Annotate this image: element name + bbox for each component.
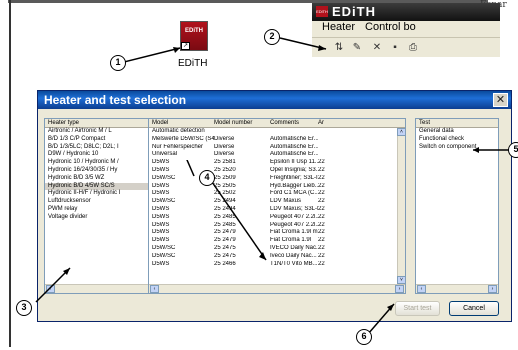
callout-4-arrows bbox=[186, 160, 267, 261]
model-cell: Automatische Er... bbox=[270, 135, 318, 142]
edith-logo-icon: EDiTH bbox=[316, 6, 328, 17]
model-cell: Universal bbox=[152, 151, 178, 158]
model-cell bbox=[270, 128, 318, 136]
dialog-title: Heater and test selection bbox=[38, 91, 511, 109]
save-icon[interactable]: ▪ bbox=[388, 41, 402, 55]
scroll-left-icon[interactable]: ‹ bbox=[150, 285, 159, 293]
cancel-button[interactable]: Cancel bbox=[449, 301, 499, 316]
model-cell: Automatische Er... bbox=[270, 143, 318, 150]
model-cell: Automatische Er... bbox=[270, 151, 318, 158]
adjust-icon[interactable]: ⇅ bbox=[332, 41, 346, 55]
print-icon[interactable]: ⎙ bbox=[406, 41, 420, 55]
test-hscroll[interactable]: ‹ › bbox=[416, 284, 498, 293]
col-ar[interactable]: Ar bbox=[318, 119, 330, 127]
model-cell: Diverse bbox=[214, 135, 235, 142]
model-cell: Automatic detection bbox=[152, 128, 205, 134]
callout-2: 2 bbox=[264, 29, 280, 45]
model-row[interactable]: Universal Diverse Automatische Er... bbox=[149, 151, 405, 159]
tool-icon[interactable]: ✕ bbox=[370, 41, 384, 55]
app-title: EDiTH bbox=[332, 4, 376, 19]
scroll-left-icon[interactable]: ‹ bbox=[417, 285, 426, 293]
callout-3: 3 bbox=[16, 300, 32, 316]
callout-4: 4 bbox=[199, 170, 215, 186]
model-cell: Nur Fehlerspeicher bbox=[152, 143, 204, 150]
app-toolbar: ⇅ ✎ ✕ ▪ ⎙ bbox=[312, 37, 500, 57]
edith-icon-badge: EDiTH bbox=[185, 28, 203, 34]
scroll-right-icon[interactable]: › bbox=[488, 285, 497, 293]
col-model-number[interactable]: Model number bbox=[214, 119, 270, 127]
model-row[interactable]: Nur Fehlerspeicher Diverse Automatische Er… bbox=[149, 144, 405, 152]
model-header: Model Model number Comments Ar bbox=[149, 119, 405, 128]
app-titlebar: EDiTH EDiTH bbox=[312, 3, 500, 21]
model-cell bbox=[318, 144, 330, 152]
col-model[interactable]: Model bbox=[152, 119, 214, 127]
test-item[interactable]: General data bbox=[416, 128, 498, 136]
close-icon[interactable]: ✕ bbox=[493, 93, 508, 107]
model-vscroll[interactable]: ˄ ˅ bbox=[397, 128, 405, 284]
model-cell bbox=[318, 128, 330, 136]
model-cell bbox=[318, 151, 330, 159]
test-header: Test bbox=[416, 119, 498, 128]
menu-control-box[interactable]: Control bo bbox=[365, 21, 416, 33]
edith-app-window: EDiTH EDiTH Heater Control bo ⇅ ✎ ✕ ▪ ⎙ bbox=[312, 3, 500, 67]
scroll-right-icon[interactable]: › bbox=[395, 285, 404, 293]
model-row[interactable]: Meßwerte D5W/SC (S4T) Diverse Automatische… bbox=[149, 136, 405, 144]
model-row[interactable]: Automatic detection bbox=[149, 128, 405, 136]
left-rule bbox=[9, 0, 11, 347]
callout-6: 6 bbox=[356, 329, 372, 345]
model-cell: Diverse bbox=[214, 143, 235, 150]
edit-icon[interactable]: ✎ bbox=[350, 41, 364, 55]
callout-1: 1 bbox=[110, 55, 126, 71]
scroll-down-icon[interactable]: ˅ bbox=[397, 276, 405, 284]
app-menubar: Heater Control bo bbox=[312, 21, 500, 37]
model-cell bbox=[214, 128, 270, 136]
model-cell: Meßwerte D5W/SC (S4T) bbox=[152, 135, 214, 142]
start-test-button[interactable]: Start test bbox=[395, 301, 440, 316]
model-cell bbox=[318, 136, 330, 144]
callout-5: 5 bbox=[508, 142, 518, 158]
model-cell: Diverse bbox=[214, 151, 235, 158]
scroll-up-icon[interactable]: ˄ bbox=[397, 128, 405, 136]
col-comments[interactable]: Comments bbox=[270, 119, 318, 127]
